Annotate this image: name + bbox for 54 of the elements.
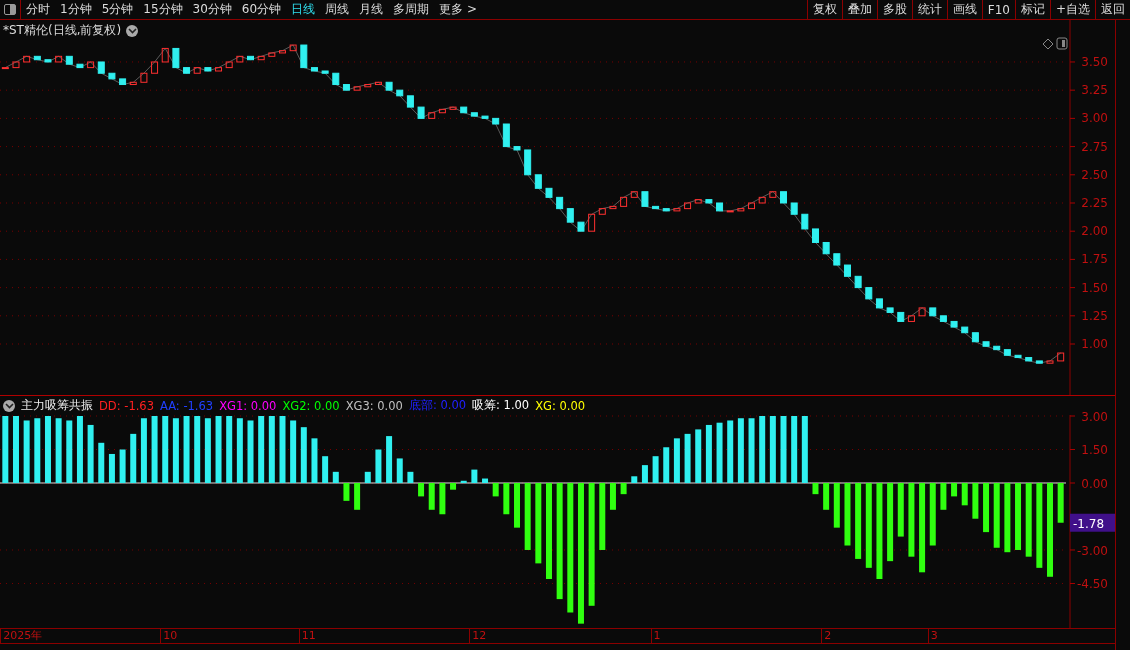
indicator-tick-label: 0.00	[1081, 477, 1108, 491]
legend-item: XG2: 0.00	[282, 398, 340, 413]
toolbar-button[interactable]: 复权	[806, 0, 842, 19]
current-value-badge: -1.78	[1070, 513, 1115, 532]
price-tick-label: 3.25	[1081, 83, 1108, 98]
toolbar-button[interactable]: 多股	[876, 0, 912, 19]
indicator-title: 主力吸筹共振	[21, 397, 93, 414]
period-tab[interactable]: 多周期	[388, 0, 435, 19]
toolbar-button[interactable]: 标记	[1014, 0, 1050, 19]
indicator-tick-label: 1.50	[1081, 443, 1108, 458]
legend-item: 吸筹: 1.00	[472, 398, 530, 413]
price-tick-label: 1.50	[1081, 280, 1108, 295]
date-axis-label: 12	[469, 629, 487, 643]
legend-item: XG1: 0.00	[219, 398, 277, 413]
period-tab[interactable]: 5分钟	[96, 0, 139, 19]
toolbar-button[interactable]: 返回	[1095, 0, 1130, 19]
date-axis-label: 1	[650, 629, 661, 643]
period-tab[interactable]: 60分钟	[236, 0, 287, 19]
period-tab[interactable]: 月线	[354, 0, 389, 19]
indicator-tick-label: -3.00	[1076, 544, 1108, 558]
period-tab[interactable]: 30分钟	[187, 0, 237, 19]
price-tick-label: 2.00	[1081, 224, 1108, 239]
price-tick-label: 1.25	[1081, 308, 1108, 323]
date-axis-label: 11	[298, 629, 316, 643]
date-axis-label: 3	[927, 629, 938, 643]
price-tick-label: 1.00	[1081, 337, 1108, 351]
legend-item: DD: -1.63	[99, 398, 154, 413]
period-tab[interactable]: 15分钟	[138, 0, 188, 19]
legend-item: 底部: 0.00	[408, 398, 467, 413]
toolbar-button[interactable]: 统计	[911, 0, 947, 19]
price-tick-label: 2.25	[1081, 196, 1108, 210]
legend-item: XG3: 0.00	[345, 398, 403, 413]
period-tab[interactable]: 周线	[320, 0, 355, 19]
date-axis-label: 2025年	[0, 629, 43, 643]
indicator-tick-label: -4.50	[1076, 577, 1108, 592]
period-tab[interactable]: 更多 >	[434, 0, 482, 19]
legend-item: XG: 0.00	[535, 398, 586, 413]
period-tab[interactable]: 分时	[21, 0, 55, 19]
stock-title: *ST精伦(日线,前复权)	[3, 22, 122, 39]
toolbar-button[interactable]: F10	[981, 0, 1015, 19]
price-tick-label: 3.00	[1081, 111, 1108, 126]
toolbar-button[interactable]: 叠加	[841, 0, 877, 19]
indicator-tick-label: 3.00	[1081, 410, 1108, 424]
price-tick-label: 2.50	[1081, 167, 1108, 182]
date-axis-label: 2	[821, 629, 832, 643]
legend-item: AA: -1.63	[160, 398, 214, 413]
toolbar-button[interactable]: +自选	[1049, 0, 1095, 19]
period-tab[interactable]: 日线	[286, 0, 321, 19]
price-tick-label: 3.50	[1081, 54, 1108, 69]
price-tick-label: 1.75	[1081, 252, 1108, 267]
period-tab[interactable]: 1分钟	[55, 0, 97, 19]
date-axis-label: 10	[160, 629, 178, 643]
price-tick-label: 2.75	[1081, 139, 1108, 154]
toolbar-button[interactable]: 画线	[946, 0, 982, 19]
